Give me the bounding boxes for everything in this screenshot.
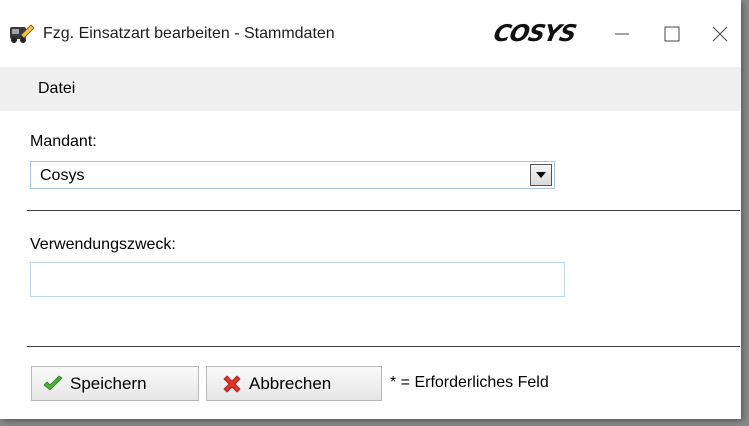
save-button[interactable]: Speichern <box>31 366 199 401</box>
dialog-window: Fzg. Einsatzart bearbeiten - Stammdaten … <box>0 0 741 419</box>
mandant-selected-value: Cosys <box>40 167 85 184</box>
title-bar[interactable]: Fzg. Einsatzart bearbeiten - Stammdaten … <box>0 0 741 67</box>
close-button[interactable] <box>702 18 738 50</box>
cancel-button-label: Abbrechen <box>249 373 332 393</box>
button-divider <box>27 346 740 347</box>
section-divider <box>27 210 740 211</box>
save-button-label: Speichern <box>70 373 147 393</box>
minimize-icon <box>615 33 629 35</box>
dropdown-button[interactable] <box>530 164 552 186</box>
checkmark-icon <box>43 374 63 391</box>
cross-icon <box>223 374 241 393</box>
cancel-button[interactable]: Abbrechen <box>206 366 382 401</box>
mandant-select[interactable]: Cosys <box>30 161 555 189</box>
window-title: Fzg. Einsatzart bearbeiten - Stammdaten <box>43 25 335 42</box>
mandant-label: Mandant: <box>30 133 97 150</box>
menu-bar <box>0 67 741 111</box>
maximize-button[interactable] <box>654 18 690 50</box>
brand-logo: COSYS <box>491 21 578 47</box>
verwendungszweck-input[interactable] <box>30 262 565 297</box>
verwendungszweck-label: Verwendungszweck: <box>30 236 176 253</box>
minimize-button[interactable] <box>604 18 640 50</box>
vehicle-edit-icon <box>9 22 35 46</box>
close-icon <box>712 26 728 42</box>
maximize-icon <box>664 26 680 42</box>
required-field-hint: * = Erforderliches Feld <box>390 374 549 391</box>
menu-item-datei[interactable]: Datei <box>38 80 75 98</box>
chevron-down-icon <box>536 172 546 178</box>
